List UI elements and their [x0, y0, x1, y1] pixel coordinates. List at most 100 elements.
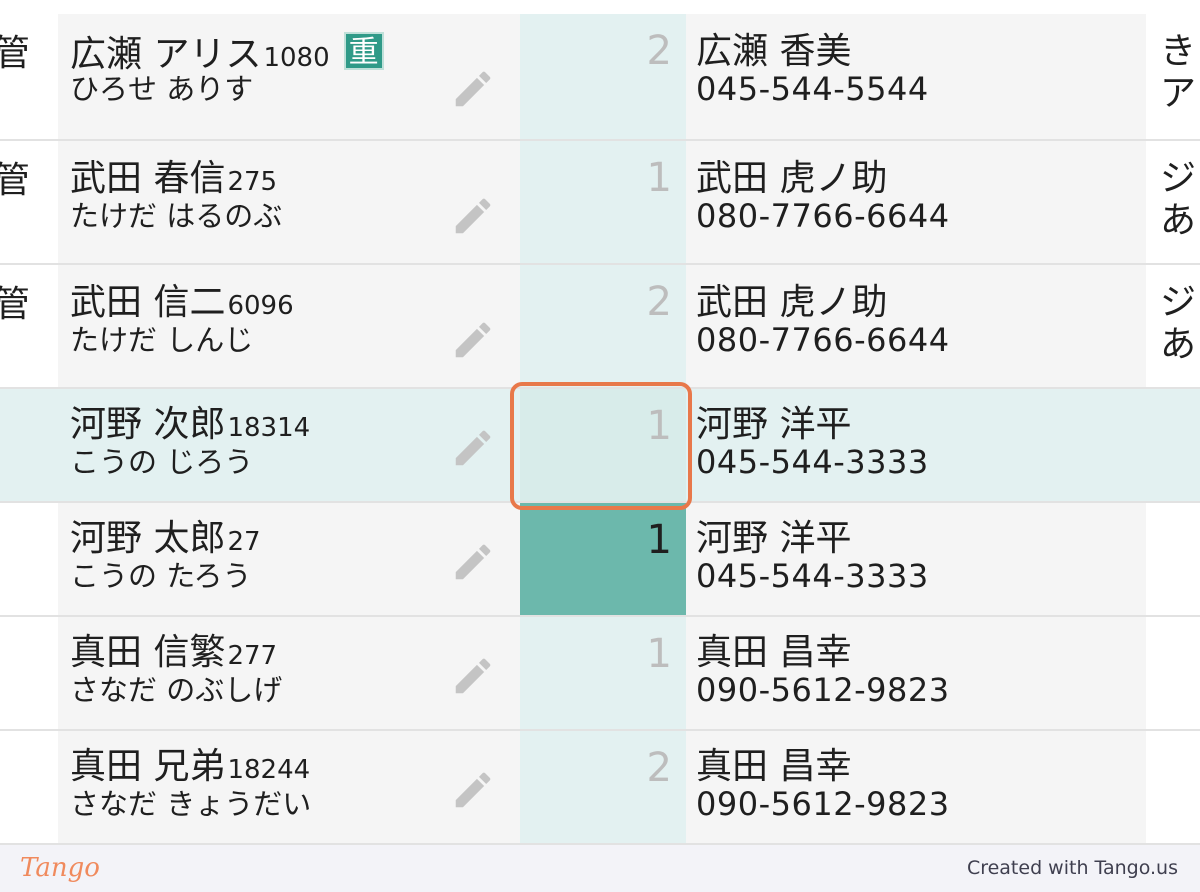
- left-partial-text: 管: [0, 33, 31, 74]
- contact-name: 河野 洋平: [696, 518, 852, 559]
- table-row[interactable]: 真田 兄弟18244 さなだ きょうだい 2 真田 昌幸 090-5612-98…: [0, 731, 1200, 845]
- created-with-credit[interactable]: Created with Tango.us: [967, 857, 1178, 879]
- person-name: 武田 春信: [70, 158, 226, 199]
- person-kana: さなだ のぶしげ: [70, 673, 283, 707]
- name-cell: 河野 次郎18314 こうの じろう: [58, 389, 520, 501]
- count-cell[interactable]: 2: [520, 731, 686, 843]
- count-value: 1: [646, 155, 672, 201]
- name-cell: 河野 太郎27 こうの たろう: [58, 503, 520, 615]
- right-partial-text: ジ: [1160, 282, 1197, 323]
- person-kana: たけだ しんじ: [70, 323, 254, 357]
- name-cell: 広瀬 アリス1080 重 ひろせ ありす: [58, 14, 520, 139]
- count-value: 1: [646, 517, 672, 563]
- contact-cell: 真田 昌幸 090-5612-9823: [686, 617, 1146, 729]
- left-partial-cell: [0, 389, 58, 501]
- person-id: 18314: [227, 413, 311, 443]
- right-partial-cell: [1146, 389, 1200, 501]
- contact-phone: 045-544-3333: [696, 557, 929, 595]
- count-cell[interactable]: 1: [520, 141, 686, 263]
- count-cell[interactable]: 2: [520, 14, 686, 139]
- person-kana: さなだ きょうだい: [70, 787, 312, 821]
- contact-name: 真田 昌幸: [696, 746, 852, 787]
- contact-name: 河野 洋平: [696, 404, 852, 445]
- person-kana: こうの たろう: [70, 559, 252, 593]
- person-id: 18244: [227, 755, 311, 785]
- count-cell[interactable]: 1: [520, 617, 686, 729]
- right-partial-cell: ジあ: [1146, 265, 1200, 387]
- contact-cell: 河野 洋平 045-544-3333: [686, 503, 1146, 615]
- left-partial-cell: [0, 617, 58, 729]
- left-partial-cell: [0, 503, 58, 615]
- contact-phone: 080-7766-6644: [696, 197, 950, 235]
- count-cell[interactable]: 1: [520, 503, 686, 615]
- right-partial-text: ジ: [1160, 158, 1197, 199]
- right-partial-cell: きア: [1146, 14, 1200, 139]
- person-name: 広瀬 アリス: [70, 34, 262, 75]
- person-name: 真田 信繁: [70, 632, 226, 673]
- pencil-icon[interactable]: [450, 539, 496, 585]
- person-id: 27: [227, 527, 261, 557]
- left-partial-text: 管: [0, 284, 31, 325]
- contact-phone: 045-544-3333: [696, 443, 929, 481]
- pencil-icon[interactable]: [450, 653, 496, 699]
- pencil-icon[interactable]: [450, 66, 496, 112]
- count-value: 2: [646, 279, 672, 325]
- right-partial-cell: [1146, 503, 1200, 615]
- pencil-icon[interactable]: [450, 317, 496, 363]
- contact-name: 武田 虎ノ助: [696, 282, 888, 323]
- person-name: 真田 兄弟: [70, 746, 226, 787]
- count-value: 2: [646, 28, 672, 74]
- person-name: 河野 太郎: [70, 518, 226, 559]
- tango-footer: Tango Created with Tango.us: [0, 845, 1200, 892]
- right-partial-text: あ: [1160, 200, 1197, 241]
- contact-name: 広瀬 香美: [696, 31, 852, 72]
- left-partial-text: 管: [0, 160, 31, 201]
- right-partial-text: ア: [1160, 73, 1197, 114]
- person-id: 1080: [263, 43, 330, 73]
- contact-phone: 080-7766-6644: [696, 321, 950, 359]
- count-value: 1: [646, 631, 672, 677]
- focus-highlight-box: [510, 382, 692, 510]
- count-cell[interactable]: 2: [520, 265, 686, 387]
- contact-phone: 045-544-5544: [696, 70, 929, 108]
- name-cell: 武田 春信275 たけだ はるのぶ: [58, 141, 520, 263]
- pencil-icon[interactable]: [450, 767, 496, 813]
- contact-phone: 090-5612-9823: [696, 785, 950, 823]
- table-row[interactable]: 管 武田 春信275 たけだ はるのぶ 1 武田 虎ノ助 080-7766-66…: [0, 141, 1200, 265]
- table-row[interactable]: 管 広瀬 アリス1080 重 ひろせ ありす 2 広瀬 香美 045-544-55…: [0, 14, 1200, 141]
- person-kana: こうの じろう: [70, 445, 254, 479]
- left-partial-cell: 管: [0, 265, 58, 387]
- person-name: 武田 信二: [70, 282, 226, 323]
- right-partial-cell: [1146, 731, 1200, 843]
- contact-cell: 真田 昌幸 090-5612-9823: [686, 731, 1146, 843]
- left-partial-cell: 管: [0, 14, 58, 139]
- contact-name: 武田 虎ノ助: [696, 158, 888, 199]
- right-partial-cell: ジあ: [1146, 141, 1200, 263]
- pencil-icon[interactable]: [450, 425, 496, 471]
- left-partial-cell: [0, 731, 58, 843]
- person-kana: ひろせ ありす: [70, 72, 254, 106]
- contact-name: 真田 昌幸: [696, 632, 852, 673]
- table-row[interactable]: 真田 信繁277 さなだ のぶしげ 1 真田 昌幸 090-5612-9823: [0, 617, 1200, 731]
- pencil-icon[interactable]: [450, 193, 496, 239]
- table-row[interactable]: 管 武田 信二6096 たけだ しんじ 2 武田 虎ノ助 080-7766-66…: [0, 265, 1200, 389]
- name-cell: 真田 信繁277 さなだ のぶしげ: [58, 617, 520, 729]
- person-kana: たけだ はるのぶ: [70, 199, 283, 233]
- table-row[interactable]: 河野 太郎27 こうの たろう 1 河野 洋平 045-544-3333: [0, 503, 1200, 617]
- contact-cell: 広瀬 香美 045-544-5544: [686, 14, 1146, 139]
- left-partial-cell: 管: [0, 141, 58, 263]
- person-id: 277: [227, 641, 278, 671]
- duplicate-badge: 重: [343, 32, 384, 70]
- person-name: 河野 次郎: [70, 404, 226, 445]
- name-cell: 真田 兄弟18244 さなだ きょうだい: [58, 731, 520, 843]
- right-partial-cell: [1146, 617, 1200, 729]
- right-partial-text: あ: [1160, 324, 1197, 365]
- count-value: 2: [646, 745, 672, 791]
- right-partial-text: き: [1160, 31, 1197, 72]
- person-id: 6096: [227, 291, 294, 321]
- contact-cell: 武田 虎ノ助 080-7766-6644: [686, 141, 1146, 263]
- contact-cell: 河野 洋平 045-544-3333: [686, 389, 1146, 501]
- name-cell: 武田 信二6096 たけだ しんじ: [58, 265, 520, 387]
- tango-logo: Tango: [20, 853, 100, 883]
- contact-phone: 090-5612-9823: [696, 671, 950, 709]
